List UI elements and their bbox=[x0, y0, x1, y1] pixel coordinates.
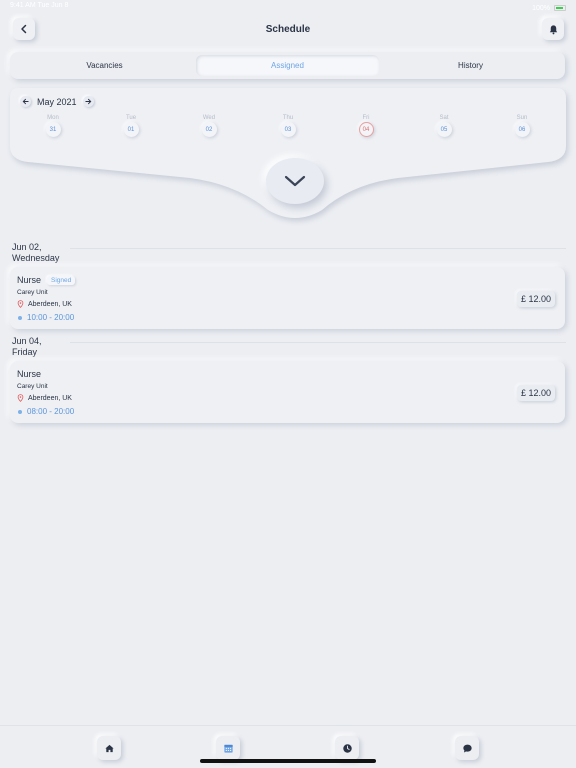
shift-location-row: Aberdeen, UK bbox=[17, 394, 558, 402]
status-bar: 9:41 AM Tue Jun 8 100% bbox=[0, 0, 576, 14]
status-badge: Signed bbox=[47, 275, 76, 285]
home-indicator bbox=[200, 759, 376, 763]
next-month-button[interactable] bbox=[82, 96, 94, 107]
clock-icon bbox=[342, 743, 352, 753]
shift-time: 08:00 - 20:00 bbox=[27, 407, 75, 416]
shift-role-row: Nurse bbox=[17, 369, 558, 379]
time-dot-icon bbox=[18, 409, 22, 414]
prev-month-button[interactable] bbox=[20, 96, 31, 107]
week-calendar: May 2021 Mon 31 Tue 01 Wed 02 Thu 03 Fri… bbox=[0, 86, 576, 226]
month-label: May 2021 bbox=[37, 96, 77, 107]
nav-messages-button[interactable] bbox=[455, 736, 479, 760]
shift-time: 10:00 - 20:00 bbox=[27, 313, 75, 322]
day-number: 31 bbox=[45, 122, 61, 137]
nav-schedule-button[interactable] bbox=[216, 736, 240, 760]
day-sat[interactable]: Sat 05 bbox=[429, 115, 459, 137]
location-pin-icon bbox=[17, 394, 24, 402]
day-name: Wed bbox=[202, 115, 216, 121]
arrow-right-icon bbox=[84, 98, 91, 105]
shift-unit: Carey Unit bbox=[17, 383, 48, 390]
day-row: Mon 31 Tue 01 Wed 02 Thu 03 Fri 04 Sat 0… bbox=[0, 115, 576, 145]
day-tue[interactable]: Tue 01 bbox=[116, 115, 146, 137]
shift-role: Nurse bbox=[17, 275, 42, 285]
notifications-button[interactable] bbox=[542, 18, 564, 40]
schedule-tabs: Vacancies Assigned History bbox=[10, 52, 565, 79]
battery-percent: 100% bbox=[532, 4, 550, 12]
day-number: 03 bbox=[280, 122, 296, 137]
shift-location-row: Aberdeen, UK bbox=[17, 300, 558, 308]
shift-group: Jun 04, Friday Nurse Carey Unit Aberdeen… bbox=[10, 336, 566, 423]
shift-card[interactable]: Nurse Signed Carey Unit Aberdeen, UK 10:… bbox=[10, 267, 565, 329]
nav-home-button[interactable] bbox=[97, 736, 121, 760]
header: Schedule bbox=[0, 16, 576, 44]
chat-icon bbox=[462, 744, 472, 752]
shift-price: £ 12.00 bbox=[516, 291, 555, 307]
divider bbox=[70, 248, 566, 249]
status-right: 100% bbox=[532, 2, 566, 14]
shift-location: Aberdeen, UK bbox=[28, 394, 72, 402]
arrow-left-icon bbox=[22, 98, 29, 105]
battery-icon bbox=[554, 5, 566, 11]
day-number: 04 bbox=[358, 122, 374, 137]
day-wed[interactable]: Wed 02 bbox=[194, 115, 224, 137]
bell-icon bbox=[549, 24, 557, 34]
time-dot-icon bbox=[18, 315, 22, 320]
status-time: 9:41 AM Tue Jun 8 bbox=[10, 2, 69, 9]
shift-date-weekday: Wednesday bbox=[12, 253, 60, 263]
shift-location: Aberdeen, UK bbox=[28, 300, 72, 308]
day-name: Mon bbox=[47, 115, 59, 121]
shift-time-row: 08:00 - 20:00 bbox=[17, 407, 558, 416]
expand-calendar-button[interactable] bbox=[266, 158, 324, 204]
day-number: 02 bbox=[201, 122, 217, 137]
month-selector: May 2021 bbox=[20, 96, 94, 107]
shift-role: Nurse bbox=[17, 369, 42, 379]
day-name: Fri bbox=[362, 115, 370, 121]
chevron-down-icon bbox=[284, 175, 306, 187]
day-number: 01 bbox=[123, 122, 139, 137]
calendar-panel-shape bbox=[10, 88, 566, 218]
nav-history-button[interactable] bbox=[335, 736, 359, 760]
day-number: 06 bbox=[514, 122, 530, 137]
day-fri[interactable]: Fri 04 bbox=[351, 115, 381, 137]
shift-role-row: Nurse Signed bbox=[17, 275, 558, 285]
day-name: Tue bbox=[125, 115, 137, 121]
shift-group: Jun 02, Wednesday Nurse Signed Carey Uni… bbox=[10, 242, 566, 329]
shift-card[interactable]: Nurse Carey Unit Aberdeen, UK 08:00 - 20… bbox=[10, 361, 565, 423]
day-name: Sun bbox=[516, 115, 528, 121]
home-icon bbox=[104, 744, 114, 752]
divider bbox=[70, 342, 566, 343]
location-pin-icon bbox=[17, 300, 24, 308]
day-thu[interactable]: Thu 03 bbox=[273, 115, 303, 137]
tab-vacancies[interactable]: Vacancies bbox=[13, 55, 196, 76]
day-mon[interactable]: Mon 31 bbox=[38, 115, 68, 137]
calendar-icon bbox=[223, 744, 233, 753]
page-title: Schedule bbox=[265, 24, 311, 35]
shift-date: Jun 04, Friday bbox=[10, 336, 566, 358]
shift-date: Jun 02, Wednesday bbox=[10, 242, 566, 264]
shift-date-weekday: Friday bbox=[12, 347, 38, 357]
shift-unit: Carey Unit bbox=[17, 289, 48, 296]
day-number: 05 bbox=[436, 122, 452, 137]
day-sun[interactable]: Sun 06 bbox=[507, 115, 537, 137]
shift-price: £ 12.00 bbox=[516, 385, 555, 401]
day-name: Sat bbox=[439, 115, 449, 121]
tab-history[interactable]: History bbox=[379, 55, 562, 76]
day-name: Thu bbox=[282, 115, 294, 121]
tab-assigned[interactable]: Assigned bbox=[196, 55, 379, 76]
shift-time-row: 10:00 - 20:00 bbox=[17, 313, 558, 322]
